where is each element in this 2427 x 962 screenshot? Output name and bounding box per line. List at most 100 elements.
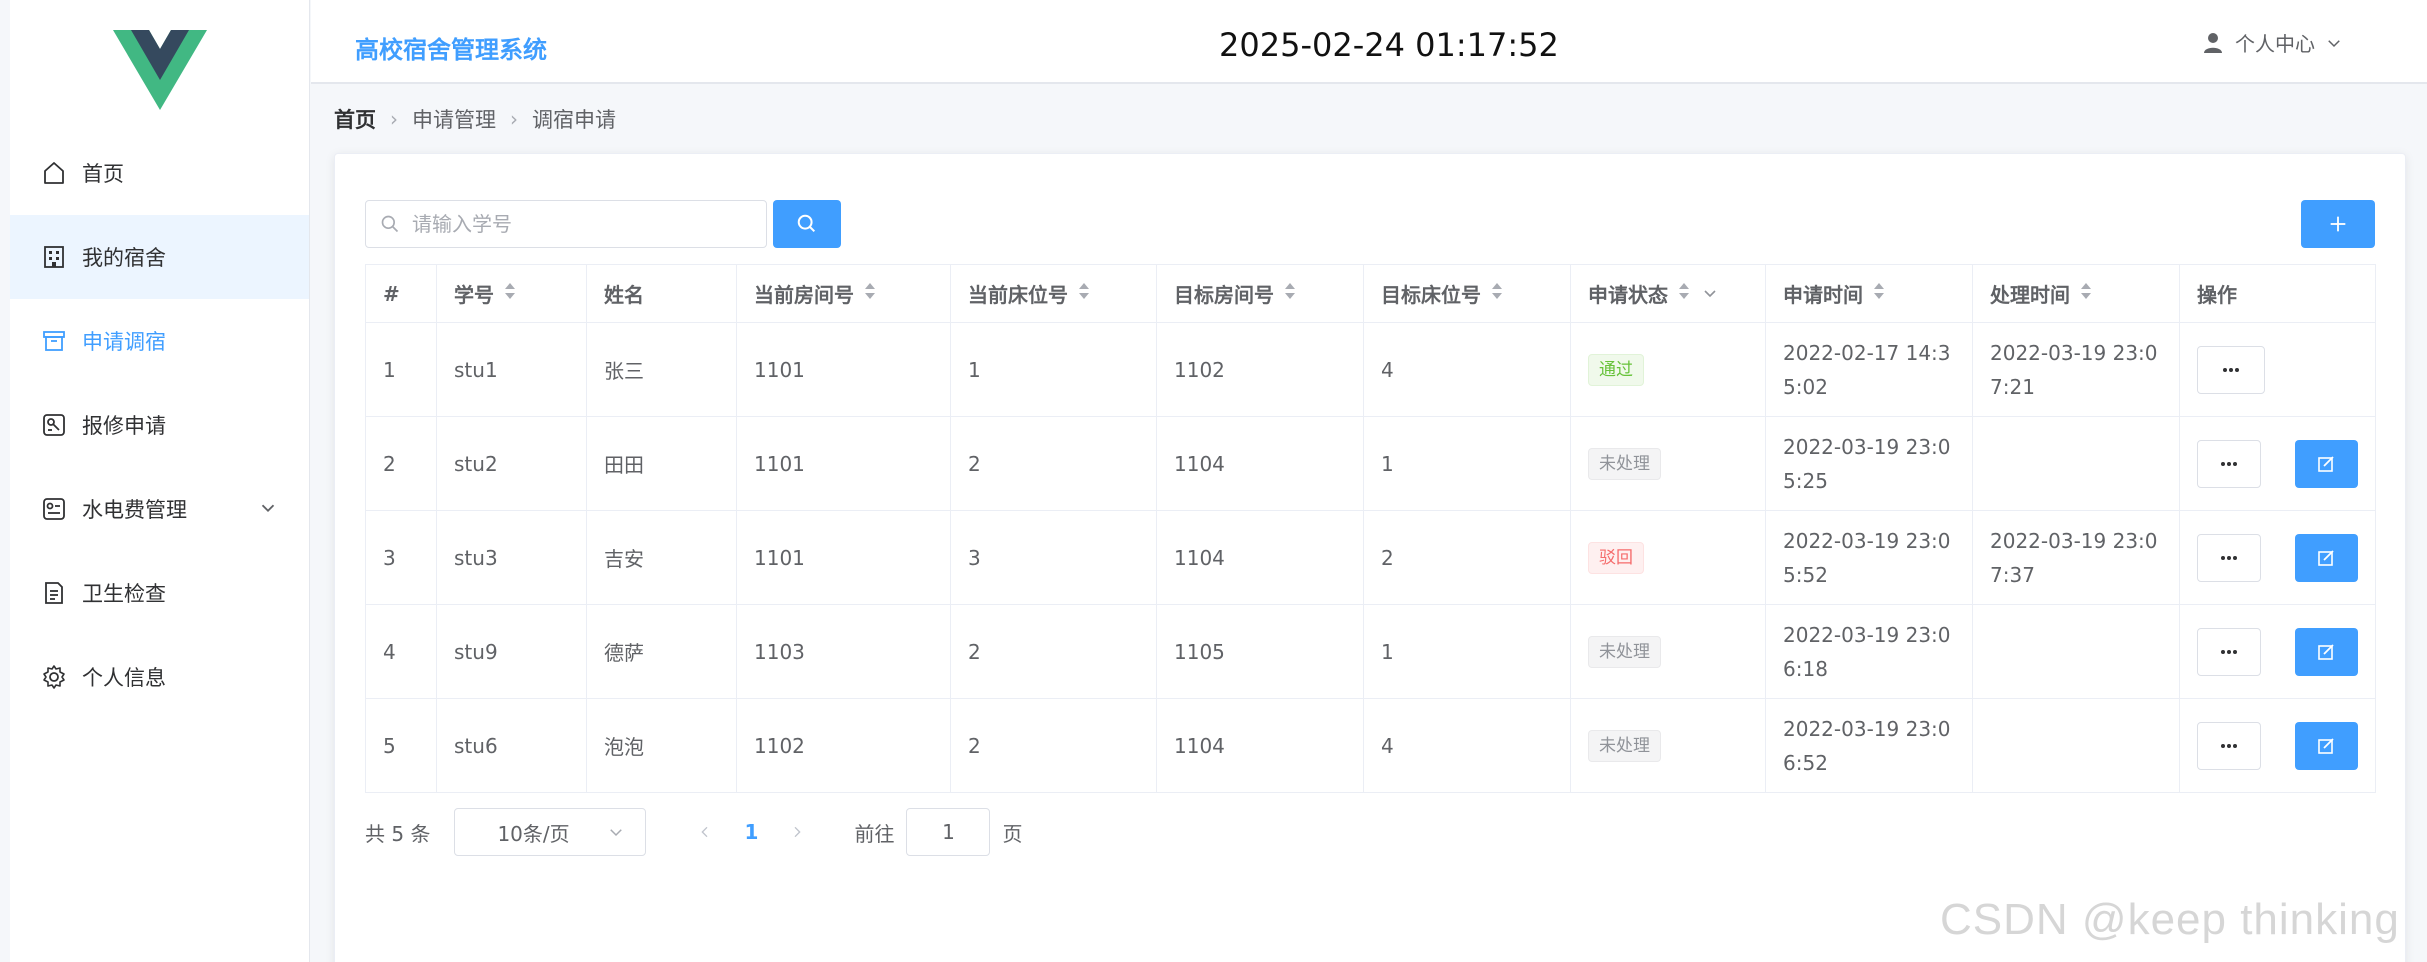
utility-icon (40, 495, 68, 523)
cell-apply_time: 2022-03-19 23:05:25 (1765, 416, 1973, 511)
edit-button[interactable] (2294, 439, 2358, 488)
cell-idx: 3 (365, 510, 437, 605)
table-row: 3 stu3 吉安 1101 3 1104 2 驳回 2022-03-19 23:05:52 20… (365, 510, 2376, 605)
more-dots-icon (2220, 649, 2237, 654)
search-field[interactable] (365, 200, 767, 248)
column-header[interactable]: 申请状态 (1570, 264, 1766, 323)
column-header[interactable]: 目标床位号 (1363, 264, 1571, 323)
page-size-select[interactable]: 10条/页 (454, 808, 647, 856)
cell-handle_time (1972, 698, 2180, 793)
cell-operations (2179, 416, 2376, 511)
cell-operations (2179, 604, 2376, 699)
sidebar-item-label: 申请调宿 (82, 330, 166, 354)
sort-caret-icon[interactable] (1274, 280, 1296, 307)
column-header-label: 姓名 (604, 283, 644, 307)
cell-handle_time (1972, 416, 2180, 511)
column-header[interactable]: 申请时间 (1765, 264, 1973, 323)
column-header: 姓名 (586, 264, 737, 323)
apply_time-text: 2022-03-19 23:06:18 (1783, 622, 1951, 681)
main-card: #学号姓名当前房间号当前床位号目标房间号目标床位号申请状态申请时间处理时间操作 … (334, 153, 2406, 962)
search-icon (381, 215, 399, 233)
edit-icon (2318, 643, 2334, 660)
table-row: 4 stu9 德萨 1103 2 1105 1 未处理 2022-03-19 23:06:18 (365, 604, 2376, 699)
column-header: # (365, 264, 437, 323)
cell-name: 吉安 (586, 510, 737, 605)
sidebar-item-5[interactable]: 卫生检查 (10, 551, 309, 635)
sidebar-item-4[interactable]: 水电费管理 (10, 467, 309, 551)
cell-cur_bed: 3 (950, 510, 1157, 605)
building-icon (40, 243, 68, 271)
search-button[interactable] (773, 200, 841, 248)
cell-name: 张三 (586, 322, 737, 417)
breadcrumb-home[interactable]: 首页 (334, 104, 376, 134)
column-header[interactable]: 当前床位号 (950, 264, 1157, 323)
status-badge: 未处理 (1588, 635, 1661, 668)
column-header[interactable]: 处理时间 (1972, 264, 2180, 323)
cell-tgt_room: 1105 (1156, 604, 1364, 699)
next-page-button[interactable] (774, 808, 820, 856)
apply_time-text: 2022-02-17 14:35:02 (1783, 340, 1951, 399)
pagination-total: 共 5 条 (365, 821, 431, 846)
sidebar: 首页 我的宿舍申请调宿报修申请 水电费管理 卫生检查 个人信息 (10, 0, 310, 962)
cell-name: 泡泡 (586, 698, 737, 793)
sort-caret-icon[interactable] (494, 280, 516, 307)
more-button[interactable] (2197, 345, 2265, 394)
column-header-label: 操作 (2197, 283, 2237, 307)
cell-apply_time: 2022-03-19 23:06:18 (1765, 604, 1973, 699)
page-number-current[interactable]: 1 (728, 820, 774, 844)
prev-page-button[interactable] (682, 808, 728, 856)
cell-sid: stu9 (436, 604, 587, 699)
more-dots-icon (2220, 461, 2237, 466)
column-header[interactable]: 学号 (436, 264, 587, 323)
cell-tgt_room: 1104 (1156, 416, 1364, 511)
user-center-dropdown[interactable]: 个人中心 (2201, 28, 2343, 57)
cell-status: 未处理 (1570, 604, 1766, 699)
sort-caret-icon[interactable] (854, 280, 876, 307)
sidebar-item-3[interactable]: 报修申请 (10, 383, 309, 467)
more-button[interactable] (2197, 721, 2261, 770)
sidebar-item-2[interactable]: 申请调宿 (10, 299, 309, 383)
sidebar-item-0[interactable]: 首页 (10, 131, 309, 215)
home-icon (40, 159, 68, 187)
wrench-doc-icon (40, 411, 68, 439)
breadcrumb-apply-manage: 申请管理 (412, 108, 496, 132)
sort-caret-icon[interactable] (2070, 280, 2092, 307)
cell-sid: stu2 (436, 416, 587, 511)
user-center-label: 个人中心 (2235, 32, 2315, 56)
table-header-row: # 学号 姓名 当前房间号 当前床位号 目标房间号 目标床位号 申请状态 申请时间 处理时间 操作 (365, 264, 2376, 323)
status-badge: 通过 (1588, 353, 1644, 386)
column-header[interactable]: 当前房间号 (736, 264, 951, 323)
goto-page-input[interactable] (906, 808, 991, 856)
cell-tgt_bed: 2 (1363, 510, 1571, 605)
status-badge: 未处理 (1588, 447, 1661, 480)
search-icon (797, 214, 816, 233)
cell-tgt_room: 1102 (1156, 322, 1364, 417)
search-input[interactable] (412, 212, 752, 236)
sort-caret-icon[interactable] (1481, 280, 1503, 307)
current-datetime: 2025-02-24 01:17:52 (1219, 26, 1559, 64)
top-header: 高校宿舍管理系统 2025-02-24 01:17:52 个人中心 (311, 0, 2427, 84)
cell-sid: stu1 (436, 322, 587, 417)
edit-button[interactable] (2294, 721, 2358, 770)
sidebar-item-6[interactable]: 个人信息 (10, 635, 309, 719)
sort-caret-icon[interactable] (1068, 280, 1090, 307)
column-header-label: 处理时间 (1990, 283, 2070, 307)
chevron-down-icon (610, 829, 623, 837)
more-button[interactable] (2197, 439, 2261, 488)
sort-caret-icon[interactable] (1668, 280, 1690, 307)
sidebar-item-1[interactable]: 我的宿舍 (10, 215, 309, 299)
vue-logo (113, 30, 207, 110)
more-button[interactable] (2197, 627, 2261, 676)
pagination: 共 5 条 10条/页 1 前往 页 (365, 808, 1022, 856)
page-size-value: 10条/页 (497, 821, 570, 846)
cell-cur_room: 1103 (736, 604, 951, 699)
filter-chevron-icon[interactable] (1690, 282, 1718, 306)
edit-button[interactable] (2294, 627, 2358, 676)
column-header-label: 申请状态 (1588, 283, 1668, 307)
edit-icon (2318, 737, 2334, 754)
column-header[interactable]: 目标房间号 (1156, 264, 1364, 323)
more-button[interactable] (2197, 533, 2261, 582)
add-button[interactable] (2301, 200, 2375, 248)
sort-caret-icon[interactable] (1863, 280, 1885, 307)
edit-button[interactable] (2294, 533, 2358, 582)
